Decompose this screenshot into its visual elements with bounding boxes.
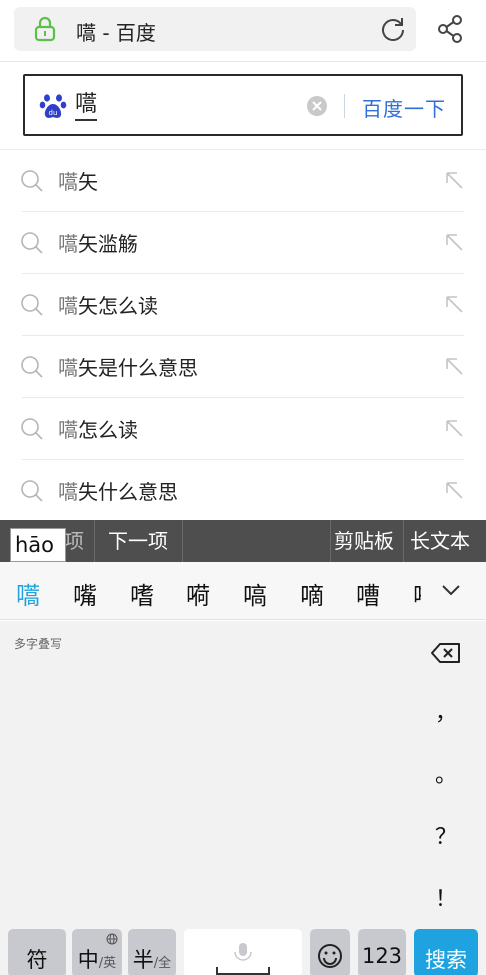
divider: [182, 520, 183, 562]
suggestion-prefix: 嚆: [58, 294, 78, 318]
suggestion-rest: 矢是什么意思: [78, 356, 198, 380]
clipboard-button[interactable]: 剪贴板: [334, 520, 394, 562]
backspace-icon[interactable]: [430, 641, 462, 665]
prev-item-button[interactable]: 项: [64, 520, 84, 562]
search-icon: [21, 418, 43, 440]
divider: [94, 520, 95, 562]
suggestion-item[interactable]: 嚆矢是什么意思: [0, 336, 486, 398]
divider: [330, 520, 331, 562]
lang-switch-key[interactable]: 中/英: [72, 929, 122, 975]
search-icon: [21, 170, 43, 192]
long-text-button[interactable]: 长文本: [410, 520, 470, 562]
suggestion-text: 嚆矢是什么意思: [58, 352, 198, 381]
share-icon[interactable]: [436, 14, 464, 44]
candidate-char[interactable]: 嘀: [300, 576, 324, 611]
search-input[interactable]: 嚆: [75, 91, 98, 121]
search-key[interactable]: 搜索: [414, 929, 478, 975]
fill-query-arrow-icon[interactable]: [444, 294, 464, 314]
handwriting-mode-label: 多字叠写: [14, 637, 63, 651]
reload-icon[interactable]: [380, 16, 406, 42]
suggestion-item[interactable]: 嚆失什么意思: [0, 460, 486, 522]
fill-query-arrow-icon[interactable]: [444, 232, 464, 252]
suggestion-item[interactable]: 嚆矢怎么读: [0, 274, 486, 336]
suggestion-rest: 矢: [78, 170, 98, 194]
voice-space-key[interactable]: [184, 929, 302, 975]
number-key[interactable]: 123: [358, 929, 406, 975]
search-icon: [21, 294, 43, 316]
suggestion-prefix: 嚆: [58, 356, 78, 380]
candidate-char[interactable]: 嗬: [186, 576, 210, 611]
candidate-char[interactable]: 嗜: [130, 576, 154, 611]
search-icon: [21, 480, 43, 502]
candidate-char[interactable]: 嘚: [413, 576, 421, 611]
period-key[interactable]: 。: [432, 757, 460, 789]
suggestion-list: 嚆矢 嚆矢滥觞 嚆矢怎么读 嚆矢是什么意思 嚆怎么读 嚆失什么意思: [0, 150, 486, 522]
suggestion-text: 嚆矢滥觞: [58, 228, 138, 257]
fill-query-arrow-icon[interactable]: [444, 356, 464, 376]
next-item-button[interactable]: 下一项: [108, 520, 168, 562]
symbol-key[interactable]: 符: [8, 929, 66, 975]
search-icon: [21, 356, 43, 378]
clear-icon[interactable]: [307, 96, 327, 116]
divider: [403, 520, 404, 562]
suggestion-prefix: 嚆: [58, 232, 78, 256]
fill-query-arrow-icon[interactable]: [444, 480, 464, 500]
suggestion-item[interactable]: 嚆怎么读: [0, 398, 486, 460]
suggestion-rest: 矢怎么读: [78, 294, 158, 318]
microphone-icon: [216, 943, 270, 975]
address-bar[interactable]: 嚆 - 百度: [14, 7, 416, 51]
exclamation-key[interactable]: ！: [432, 881, 460, 913]
comma-key[interactable]: ，: [432, 695, 460, 727]
page-title: 嚆 - 百度: [76, 21, 156, 45]
suggestion-rest: 失什么意思: [78, 480, 178, 504]
search-box[interactable]: du 嚆 百度一下: [23, 74, 463, 136]
suggestion-item[interactable]: 嚆矢: [0, 150, 486, 212]
handwriting-pad[interactable]: 多字叠写 ， 。 ？ ！: [0, 621, 486, 929]
divider: [344, 94, 345, 118]
suggestion-rest: 矢滥觞: [78, 232, 138, 256]
suggestion-prefix: 嚆: [58, 170, 78, 194]
candidate-bar: 嚆嘴嗜嗬嗃嘀嘈嘚: [0, 562, 486, 620]
chevron-down-icon[interactable]: [440, 581, 462, 599]
suggestion-prefix: 嚆: [58, 418, 78, 442]
keyboard-toolbar: 项 下一项 剪贴板 长文本: [0, 520, 486, 562]
suggestion-text: 嚆怎么读: [58, 414, 138, 443]
fill-query-arrow-icon[interactable]: [444, 170, 464, 190]
suggestion-text: 嚆矢怎么读: [58, 290, 158, 319]
candidate-char[interactable]: 嘴: [73, 576, 97, 611]
candidate-char[interactable]: 嗃: [243, 576, 267, 611]
svg-text:du: du: [49, 109, 58, 117]
suggestion-text: 嚆矢: [58, 166, 98, 195]
suggestion-rest: 怎么读: [78, 418, 138, 442]
baidu-paw-icon: du: [39, 94, 67, 118]
emoji-key[interactable]: [310, 929, 350, 975]
search-icon: [21, 232, 43, 254]
address-bar-area: 嚆 - 百度: [0, 0, 486, 62]
lock-icon: [34, 16, 56, 42]
suggestion-prefix: 嚆: [58, 480, 78, 504]
candidate-char[interactable]: 嘈: [356, 576, 380, 611]
suggestion-text: 嚆失什么意思: [58, 476, 178, 505]
candidate-char[interactable]: 嚆: [16, 576, 40, 611]
fill-query-arrow-icon[interactable]: [444, 418, 464, 438]
smiley-icon: [318, 944, 342, 968]
suggestion-item[interactable]: 嚆矢滥觞: [0, 212, 486, 274]
question-key[interactable]: ？: [432, 819, 460, 851]
search-submit-button[interactable]: 百度一下: [362, 93, 446, 122]
keyboard-bottom-row: 符 中/英 半/全 123 搜索: [0, 929, 486, 975]
width-switch-key[interactable]: 半/全: [128, 929, 176, 975]
pinyin-composition: hāo: [10, 528, 66, 562]
